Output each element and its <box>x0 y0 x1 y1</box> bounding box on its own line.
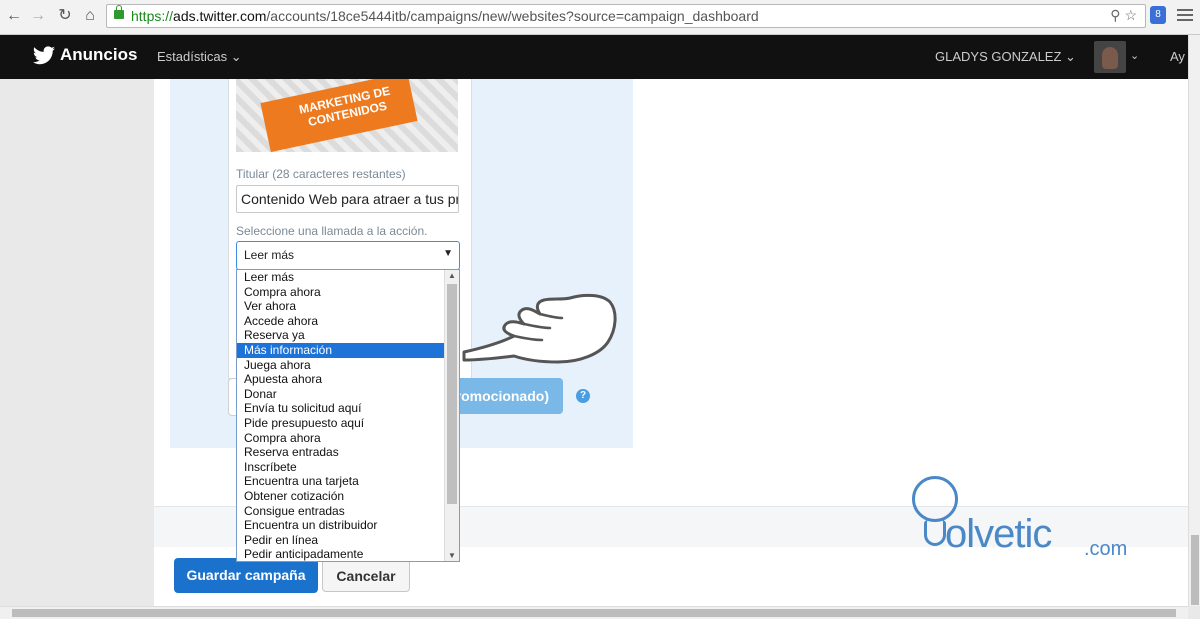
browser-menu-icon[interactable] <box>1177 6 1193 24</box>
dropdown-option[interactable]: Envía tu solicitud aquí <box>237 401 444 416</box>
dropdown-option[interactable]: Más información <box>237 342 444 358</box>
chevron-down-icon: ⌄ <box>230 49 242 64</box>
help-menu-partial[interactable]: Ay <box>1170 49 1185 64</box>
pointing-hand-icon <box>462 293 617 364</box>
dropdown-option[interactable]: Inscríbete <box>237 460 444 475</box>
dropdown-option[interactable]: Reserva ya <box>237 328 444 343</box>
dropdown-option[interactable]: Donar <box>237 387 444 402</box>
chevron-down-icon: ⌄ <box>1065 49 1076 64</box>
dropdown-arrow-icon: ▼ <box>443 248 453 259</box>
dropdown-scrollbar[interactable]: ▲ ▼ <box>444 270 459 561</box>
dropdown-option[interactable]: Reserva entradas <box>237 445 444 460</box>
solvetic-s-icon <box>924 520 946 546</box>
cta-select-value: Leer más <box>244 248 295 262</box>
dropdown-option[interactable]: Leer más <box>237 270 444 285</box>
avatar[interactable] <box>1094 41 1126 73</box>
scroll-down-icon[interactable]: ▼ <box>448 551 456 560</box>
stats-menu-label: Estadísticas <box>157 49 228 64</box>
back-arrow-icon[interactable]: ← <box>4 6 24 26</box>
headline-input[interactable]: Contenido Web para atraer a tus pr <box>236 185 459 213</box>
chevron-down-icon[interactable]: ⌄ <box>1130 49 1139 62</box>
user-name: GLADYS GONZALEZ <box>935 49 1062 64</box>
url-actions: ⚲ ☆ <box>1110 7 1137 24</box>
cta-dropdown-list[interactable]: Leer más Compra ahora Ver ahora Accede ahor… <box>236 269 460 562</box>
dropdown-option[interactable]: Compra ahora <box>237 431 444 446</box>
watermark-tld: .com <box>1084 538 1128 560</box>
scroll-up-icon[interactable]: ▲ <box>448 271 456 280</box>
home-icon[interactable]: ⌂ <box>80 6 100 26</box>
dropdown-option[interactable]: Ver ahora <box>237 299 444 314</box>
page-horizontal-scrollbar[interactable] <box>0 606 1188 619</box>
dropdown-option[interactable]: Encuentra un distribuidor <box>237 518 444 533</box>
dropdown-option[interactable]: Pide presupuesto aquí <box>237 416 444 431</box>
dropdown-option[interactable]: Apuesta ahora <box>237 372 444 387</box>
card-image: MARKETING DE CONTENIDOS <box>236 79 458 152</box>
promoted-button[interactable]: romocionado) <box>443 378 563 414</box>
address-bar[interactable]: https://ads.twitter.com/accounts/18ce544… <box>106 4 1146 28</box>
dropdown-option[interactable]: Obtener cotización <box>237 489 444 504</box>
dropdown-option[interactable]: Juega ahora <box>237 358 444 373</box>
twitter-bird-icon[interactable] <box>32 46 56 66</box>
headline-label: Titular (28 caracteres restantes) <box>236 167 406 181</box>
browser-toolbar: ← → ↻ ⌂ https://ads.twitter.com/accounts… <box>0 0 1200 35</box>
cta-label: Seleccione una llamada a la acción. <box>236 224 428 238</box>
dropdown-option[interactable]: Compra ahora <box>237 285 444 300</box>
watermark-brand: olvetic <box>945 512 1052 556</box>
brand-title[interactable]: Anuncios <box>60 45 137 65</box>
dropdown-scroll-thumb[interactable] <box>447 284 457 504</box>
page-horizontal-scroll-thumb[interactable] <box>12 609 1176 617</box>
save-campaign-button[interactable]: Guardar campaña <box>174 558 318 593</box>
forward-arrow-icon[interactable]: → <box>28 6 48 26</box>
dropdown-option[interactable]: Consigue entradas <box>237 504 444 519</box>
lock-icon <box>114 5 124 19</box>
stats-menu[interactable]: Estadísticas ⌄ <box>157 49 242 65</box>
bookmark-star-icon[interactable]: ☆ <box>1124 7 1137 23</box>
page-vertical-scrollbar[interactable] <box>1188 35 1200 606</box>
cancel-button[interactable]: Cancelar <box>322 559 410 592</box>
reload-icon[interactable]: ↻ <box>55 6 75 26</box>
page-vertical-scroll-thumb[interactable] <box>1191 535 1199 605</box>
url-text: https://ads.twitter.com/accounts/18ce544… <box>131 8 759 24</box>
user-menu[interactable]: GLADYS GONZALEZ ⌄ <box>935 49 1076 65</box>
dropdown-option[interactable]: Pedir anticipadamente <box>237 547 444 561</box>
dropdown-option[interactable]: Encuentra una tarjeta <box>237 474 444 489</box>
dropdown-option[interactable]: Accede ahora <box>237 314 444 329</box>
zoom-icon[interactable]: ⚲ <box>1110 7 1120 23</box>
extension-icon[interactable]: 8 <box>1150 6 1166 24</box>
help-question-icon[interactable]: ? <box>576 389 590 403</box>
cta-select[interactable]: Leer más ▼ <box>236 241 460 270</box>
twitter-ads-navbar: Anuncios Estadísticas ⌄ GLADYS GONZALEZ … <box>0 35 1188 79</box>
dropdown-option[interactable]: Pedir en línea <box>237 533 444 548</box>
